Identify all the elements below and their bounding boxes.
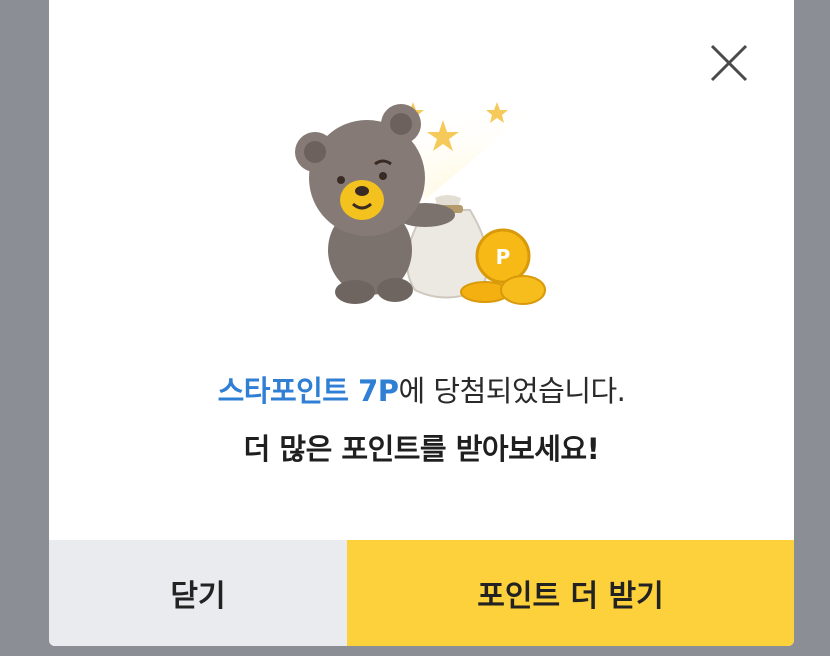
reward-dialog: P 스타포인트 7P에 당첨되었습니다. 더 많은 포인트를 받아보세요! 닫기… bbox=[49, 0, 794, 646]
reward-message-rest: 에 당첨되었습니다. bbox=[398, 374, 626, 408]
close-button[interactable]: 닫기 bbox=[49, 540, 347, 646]
bear-illustration: P bbox=[275, 80, 565, 320]
reward-message: 스타포인트 7P에 당첨되었습니다. bbox=[49, 368, 794, 410]
close-icon[interactable] bbox=[706, 40, 754, 88]
dialog-button-row: 닫기 포인트 더 받기 bbox=[49, 540, 794, 646]
get-more-points-button[interactable]: 포인트 더 받기 bbox=[347, 540, 794, 646]
reward-highlight: 스타포인트 7P bbox=[217, 374, 399, 408]
reward-submessage: 더 많은 포인트를 받아보세요! bbox=[243, 432, 600, 466]
svg-text:P: P bbox=[496, 245, 511, 269]
